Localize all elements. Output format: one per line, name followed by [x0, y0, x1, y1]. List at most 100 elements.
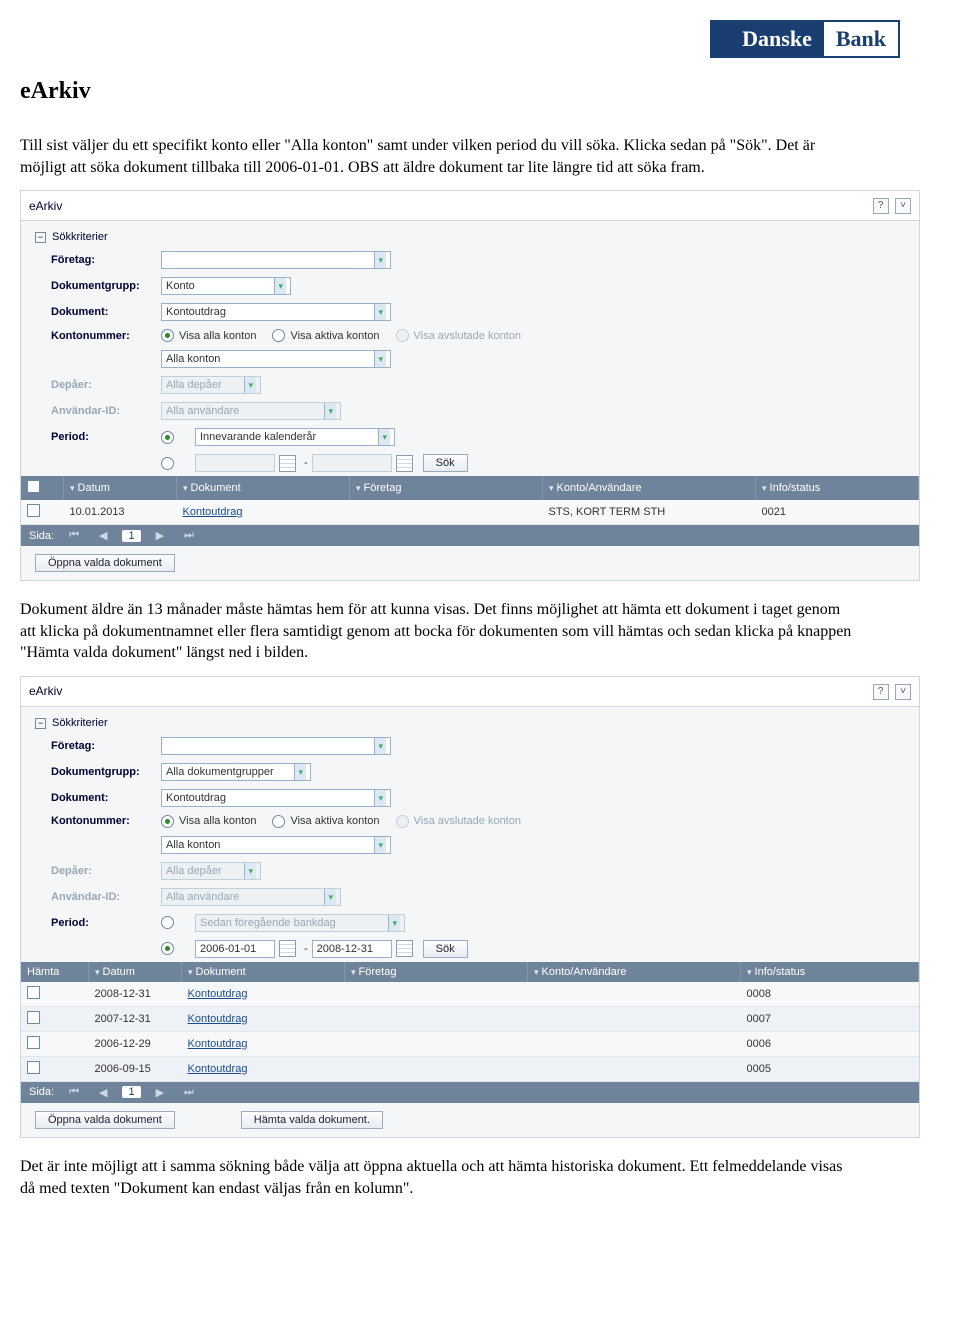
radio-all-konton[interactable]: Visa alla konton: [161, 329, 256, 342]
dokgrupp-select[interactable]: Alla dokumentgrupper▾: [161, 763, 311, 781]
section-sokkriterier: −Sökkriterier: [21, 707, 919, 733]
date-to[interactable]: 2008-12-31: [312, 940, 392, 958]
collapse-icon[interactable]: ˅: [895, 198, 911, 214]
radio-period-range[interactable]: [161, 457, 179, 470]
radio-all-konton[interactable]: Visa alla konton: [161, 815, 256, 828]
label-anvid: Användar-ID:: [51, 891, 161, 903]
date-to: [312, 454, 392, 472]
panel-title: eArkiv: [29, 684, 62, 698]
calendar-icon[interactable]: [396, 455, 413, 472]
label-konto: Kontonummer:: [51, 330, 161, 342]
select-all-checkbox[interactable]: [27, 480, 40, 493]
row-checkbox[interactable]: [27, 1011, 40, 1024]
radio-period-year[interactable]: [161, 431, 179, 444]
row-checkbox[interactable]: [27, 1061, 40, 1074]
depaer-select: Alla depåer▾: [161, 862, 261, 880]
collapse-icon[interactable]: ˅: [895, 684, 911, 700]
label-period: Period:: [51, 431, 161, 443]
label-dokument: Dokument:: [51, 792, 161, 804]
pager: Sida: ⏮ ◀ 1 ▶ ⏭: [21, 1082, 919, 1103]
screenshot-1: eArkiv ? ˅ −Sökkriterier Företag: ▾ Doku…: [20, 190, 920, 581]
doc-link[interactable]: Kontoutdrag: [183, 506, 243, 518]
period-select[interactable]: Innevarande kalenderår▾: [195, 428, 395, 446]
screenshot-2: eArkiv ? ˅ −Sökkriterier Företag: ▾ Doku…: [20, 676, 920, 1138]
anvid-select: Alla användare▾: [161, 402, 341, 420]
calendar-icon[interactable]: [396, 940, 413, 957]
open-selected-button[interactable]: Öppna valda dokument: [35, 554, 175, 572]
label-konto: Kontonummer:: [51, 815, 161, 827]
table-row: 2008-12-31 Kontoutdrag 0008: [21, 982, 919, 1007]
konto-select[interactable]: Alla konton▾: [161, 350, 391, 368]
radio-active-konton[interactable]: Visa aktiva konton: [272, 329, 379, 342]
radio-closed-konton: Visa avslutade konton: [396, 815, 521, 828]
pager: Sida: ⏮ ◀ 1 ▶ ⏭: [21, 525, 919, 546]
panel-title: eArkiv: [29, 199, 62, 213]
radio-period-prev[interactable]: [161, 916, 179, 929]
depaer-select: Alla depåer▾: [161, 376, 261, 394]
period-prev-select: Sedan föregående bankdag▾: [195, 914, 405, 932]
logo-part1: Danske: [712, 22, 824, 56]
table-row: 2006-12-29 Kontoutdrag 0006: [21, 1031, 919, 1056]
konto-select[interactable]: Alla konton▾: [161, 836, 391, 854]
dokgrupp-select[interactable]: Konto▾: [161, 277, 291, 295]
sok-button[interactable]: Sök: [423, 454, 468, 472]
paragraph-2: Dokument äldre än 13 månader måste hämta…: [20, 599, 860, 664]
radio-period-range[interactable]: [161, 942, 179, 955]
calendar-icon[interactable]: [279, 940, 296, 957]
page-title: eArkiv: [20, 78, 920, 105]
pager-prev[interactable]: ◀: [94, 1086, 112, 1099]
pager-next[interactable]: ▶: [151, 529, 169, 542]
brand-logo: DanskeBank: [20, 20, 920, 58]
pager-current: 1: [122, 530, 140, 542]
doc-link[interactable]: Kontoutdrag: [188, 1063, 248, 1075]
pager-last[interactable]: ⏭: [179, 1086, 199, 1099]
label-foretag: Företag:: [51, 254, 161, 266]
toggle-icon[interactable]: −: [35, 718, 46, 729]
row-checkbox[interactable]: [27, 504, 40, 517]
pager-prev[interactable]: ◀: [94, 529, 112, 542]
radio-active-konton[interactable]: Visa aktiva konton: [272, 815, 379, 828]
results-table: ▾Datum ▾Dokument ▾Företag ▾Konto/Använda…: [21, 476, 919, 525]
table-row: 2006-09-15 Kontoutdrag 0005: [21, 1056, 919, 1081]
pager-first[interactable]: ⏮: [64, 1086, 84, 1099]
table-row: 2007-12-31 Kontoutdrag 0007: [21, 1006, 919, 1031]
section-sokkriterier: −Sökkriterier: [21, 221, 919, 247]
foretag-select[interactable]: ▾: [161, 737, 391, 755]
radio-closed-konton: Visa avslutade konton: [396, 329, 521, 342]
table-row: 10.01.2013 Kontoutdrag STS, KORT TERM ST…: [21, 500, 919, 525]
sok-button[interactable]: Sök: [423, 940, 468, 958]
label-anvid: Användar-ID:: [51, 405, 161, 417]
doc-link[interactable]: Kontoutdrag: [188, 988, 248, 1000]
pager-current: 1: [122, 1086, 140, 1098]
paragraph-1: Till sist väljer du ett specifikt konto …: [20, 135, 860, 178]
row-checkbox[interactable]: [27, 1036, 40, 1049]
results-table: Hämta ▾Datum ▾Dokument ▾Företag ▾Konto/A…: [21, 962, 919, 1082]
doc-link[interactable]: Kontoutdrag: [188, 1013, 248, 1025]
anvid-select: Alla användare▾: [161, 888, 341, 906]
label-dokument: Dokument:: [51, 306, 161, 318]
pager-last[interactable]: ⏭: [179, 529, 199, 542]
calendar-icon[interactable]: [279, 455, 296, 472]
pager-next[interactable]: ▶: [151, 1086, 169, 1099]
date-from: [195, 454, 275, 472]
label-depaer: Depåer:: [51, 379, 161, 391]
open-selected-button[interactable]: Öppna valda dokument: [35, 1111, 175, 1129]
label-dokgrupp: Dokumentgrupp:: [51, 280, 161, 292]
toggle-icon[interactable]: −: [35, 232, 46, 243]
label-dokgrupp: Dokumentgrupp:: [51, 766, 161, 778]
doc-link[interactable]: Kontoutdrag: [188, 1038, 248, 1050]
paragraph-3: Det är inte möjligt att i samma sökning …: [20, 1156, 860, 1199]
row-checkbox[interactable]: [27, 986, 40, 999]
logo-part2: Bank: [824, 22, 898, 56]
dokument-select[interactable]: Kontoutdrag▾: [161, 303, 391, 321]
date-from[interactable]: 2006-01-01: [195, 940, 275, 958]
pager-first[interactable]: ⏮: [64, 529, 84, 542]
fetch-selected-button[interactable]: Hämta valda dokument.: [241, 1111, 383, 1129]
foretag-select[interactable]: ▾: [161, 251, 391, 269]
label-depaer: Depåer:: [51, 865, 161, 877]
help-icon[interactable]: ?: [873, 198, 889, 214]
help-icon[interactable]: ?: [873, 684, 889, 700]
label-foretag: Företag:: [51, 740, 161, 752]
label-period: Period:: [51, 917, 161, 929]
dokument-select[interactable]: Kontoutdrag▾: [161, 789, 391, 807]
